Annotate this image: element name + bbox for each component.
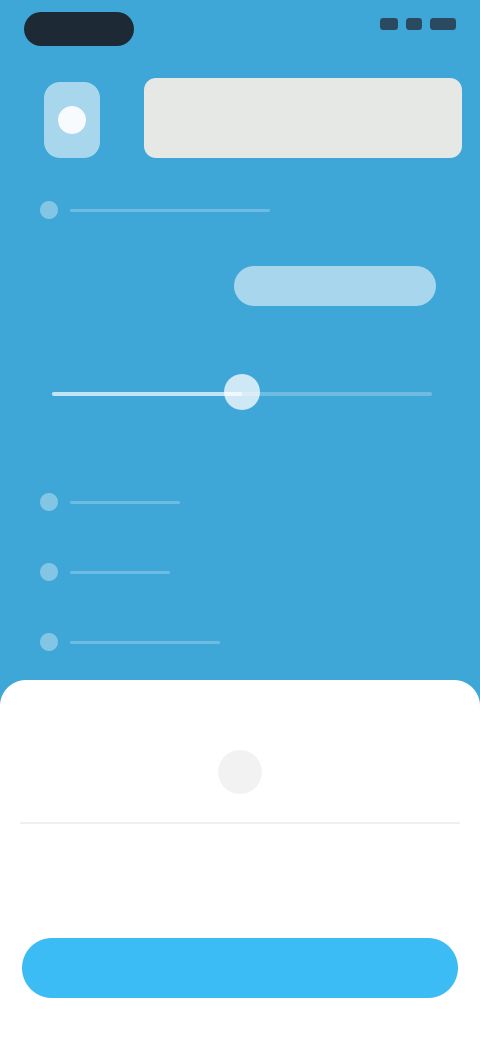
pill-button[interactable] — [234, 266, 436, 306]
list-item-2[interactable] — [40, 558, 440, 586]
battery-icon — [430, 18, 456, 30]
app-glyph-icon — [58, 106, 86, 134]
slider-thumb[interactable] — [224, 374, 260, 410]
row-label-line — [70, 570, 170, 574]
slider-caption-row — [40, 340, 440, 368]
row-icon — [40, 493, 58, 511]
row-icon — [40, 201, 58, 219]
center-label — [180, 814, 300, 818]
placeholder-icon — [218, 750, 262, 794]
row-label-line — [70, 208, 270, 212]
app-screen — [0, 0, 480, 1040]
slider-fill — [52, 392, 242, 396]
row-label-line — [70, 640, 220, 644]
row-icon — [40, 563, 58, 581]
header-card[interactable] — [144, 78, 462, 158]
row-label-line — [70, 500, 180, 504]
list-item-3[interactable] — [40, 628, 440, 656]
app-icon[interactable] — [44, 82, 100, 158]
slider-values-row — [40, 414, 440, 442]
status-time — [24, 12, 134, 46]
info-row-1[interactable] — [40, 196, 440, 224]
divider — [20, 822, 460, 824]
row-icon — [40, 633, 58, 651]
bottom-sheet — [0, 680, 480, 1040]
primary-button[interactable] — [22, 938, 458, 998]
status-bar — [0, 0, 480, 60]
list-item-1[interactable] — [40, 488, 440, 516]
status-icons — [380, 18, 456, 30]
wifi-icon — [406, 18, 422, 30]
signal-icon — [380, 18, 398, 30]
